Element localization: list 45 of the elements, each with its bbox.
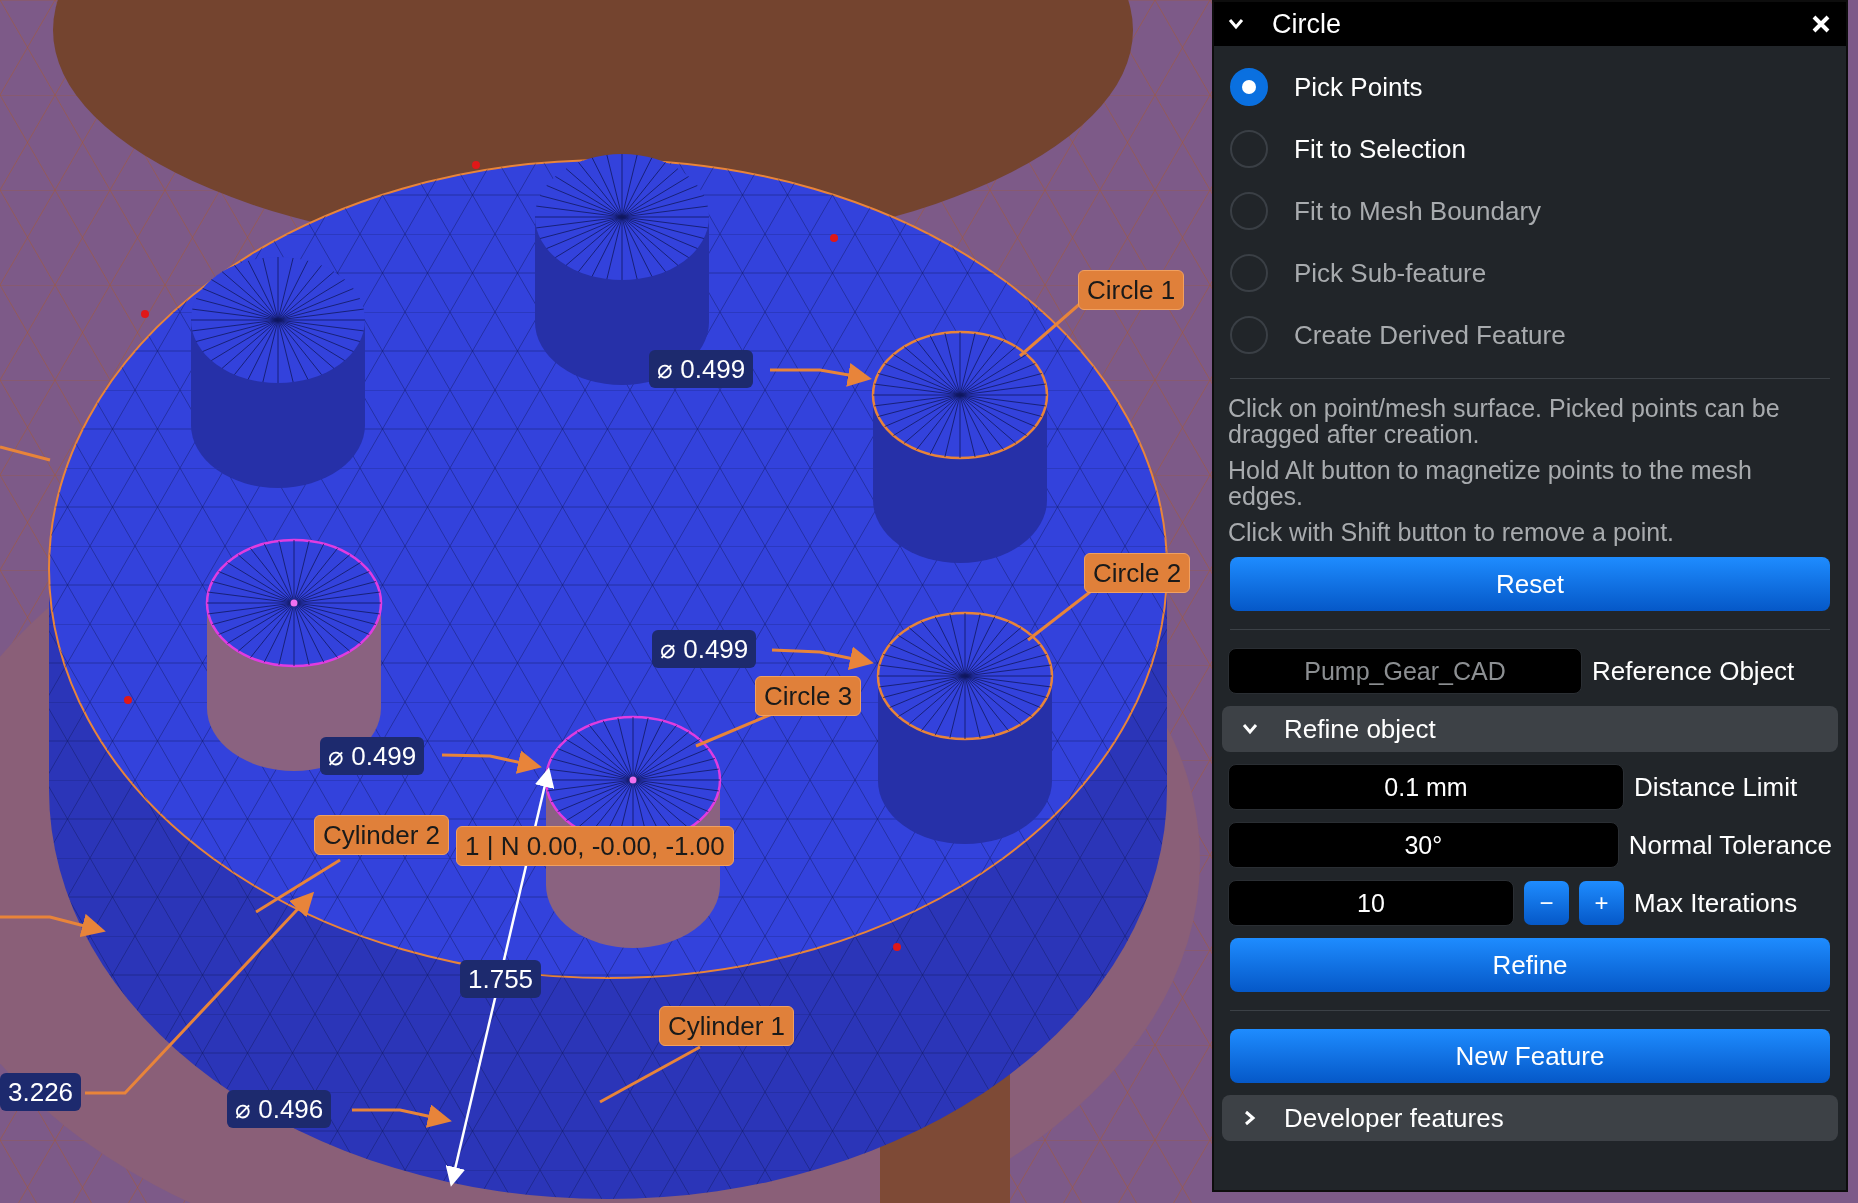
radio-button[interactable] [1230, 130, 1268, 168]
picked-point[interactable] [124, 696, 132, 704]
help-text: Click with Shift button to remove a point. [1228, 519, 1676, 545]
help-text: Hold Alt button to magnetize points to the mesh edges. [1228, 457, 1753, 509]
measurement-label[interactable]: ⌀ 0.496 [227, 1090, 332, 1128]
field-label: Normal Tolerance [1628, 829, 1832, 861]
new-feature-button[interactable]: New Feature [1230, 1029, 1830, 1083]
input-field[interactable]: 0.1 mm [1228, 764, 1624, 810]
input-field[interactable]: 30° [1228, 822, 1619, 868]
measurement-label[interactable]: 3.226 [0, 1073, 82, 1111]
measurement-label[interactable]: 1.755 [460, 960, 542, 998]
panel-title: Circle [1272, 8, 1342, 40]
refine-button[interactable]: Refine [1230, 938, 1830, 992]
measurement-label[interactable]: ⌀ 0.499 [320, 737, 425, 775]
picked-point[interactable] [141, 310, 149, 318]
help-text: Click on point/mesh surface. Picked points can be dragged after creation. [1228, 395, 1781, 447]
leader-line [0, 445, 51, 462]
section-header[interactable]: Developer features [1222, 1095, 1838, 1141]
section-title: Refine object [1284, 713, 1436, 745]
reset-button[interactable]: Reset [1230, 557, 1830, 611]
field-label: Reference Object [1592, 655, 1795, 687]
field-label: Max Iterations [1634, 887, 1798, 919]
leader-line [1027, 590, 1091, 642]
feature-label[interactable]: 1 | N 0.00, -0.00, -1.00 [456, 826, 734, 866]
feature-label[interactable]: Circle 2 [1084, 553, 1191, 593]
radio-label[interactable]: Fit to Selection [1294, 133, 1466, 165]
picked-point[interactable] [830, 234, 838, 242]
radio-button[interactable] [1230, 68, 1268, 106]
radio-label[interactable]: Pick Points [1294, 71, 1423, 103]
section-header[interactable]: Refine object [1222, 706, 1838, 752]
picked-point[interactable] [472, 161, 480, 169]
picked-point[interactable] [893, 943, 901, 951]
feature-label[interactable]: Cylinder 1 [659, 1006, 795, 1046]
feature-label[interactable]: Cylinder 2 [314, 815, 450, 855]
measurement-label[interactable]: ⌀ 0.499 [652, 630, 757, 668]
input-field[interactable]: 10 [1228, 880, 1514, 926]
chevron-icon[interactable] [1228, 18, 1244, 30]
field-label: Distance Limit [1634, 771, 1798, 803]
decrement-button[interactable]: − [1524, 881, 1569, 925]
increment-button[interactable]: + [1579, 881, 1624, 925]
section-title: Developer features [1284, 1102, 1504, 1134]
measurement-label[interactable]: ⌀ 0.499 [649, 350, 754, 388]
feature-label[interactable]: Circle 1 [1078, 270, 1185, 310]
close-icon[interactable] [1812, 15, 1830, 33]
feature-label[interactable]: Circle 3 [755, 676, 862, 716]
